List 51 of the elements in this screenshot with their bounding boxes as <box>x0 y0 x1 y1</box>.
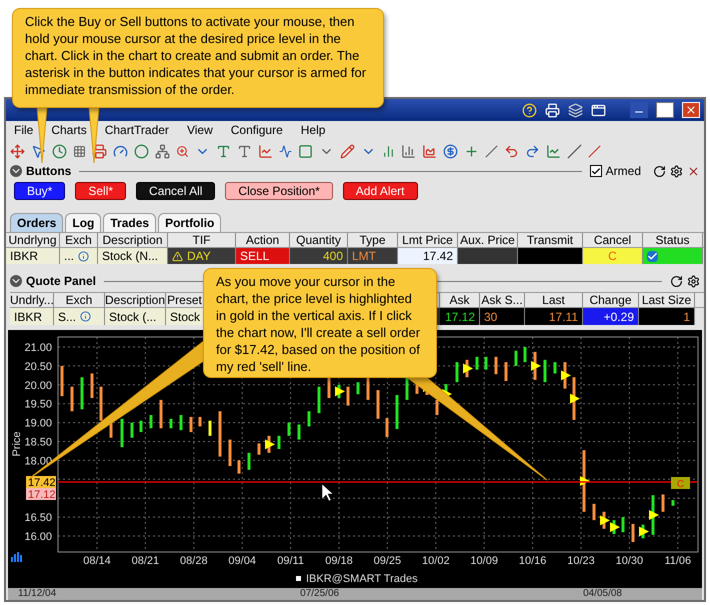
axis-tick-label: 19.00 <box>24 418 52 430</box>
table-cell: LMT <box>348 248 398 264</box>
axis-tick-label: 11/06 <box>664 555 692 567</box>
table-cell: 30 <box>480 308 525 325</box>
chart-legend: IBKR@SMART Trades <box>306 573 418 585</box>
axis-tick-label: 18.50 <box>24 436 52 448</box>
axis-tick-label: 09/25 <box>374 555 402 567</box>
table-cell: 400 <box>290 248 348 264</box>
axis-tick-label: 20.00 <box>24 380 52 392</box>
table-cell: 17.12 <box>440 308 480 325</box>
scrollbar-date: 04/05/08 <box>583 589 622 599</box>
axis-tick-label: 20.50 <box>24 360 52 373</box>
axis-tick-label: 10/30 <box>616 555 644 567</box>
table-cell: SELL <box>236 248 290 264</box>
price-tag: 17.42 <box>26 476 56 489</box>
axis-tick-label: 10/16 <box>518 555 546 567</box>
table-cell: DAY <box>168 248 236 264</box>
axis-title: Price <box>11 431 23 457</box>
callout-box: Click the Buy or Sell buttons to activate your mouse, then hold your mouse cursor at the desired price level in the chart. Click in the chart to create and submit an order. The asterisk in the button indicates that your cursor is armed for immediate transmission of the order. <box>12 8 384 108</box>
axis-tick-label: 09/18 <box>325 555 353 567</box>
axis-tick-label: 10/02 <box>422 555 450 567</box>
panel-title: Quote Panel <box>26 273 96 290</box>
scrollbar-date: 11/12/04 <box>18 589 56 599</box>
table-cell: ... <box>60 248 98 264</box>
table-cell: 1 <box>639 308 695 325</box>
axis-tick-label: 08/28 <box>180 555 208 567</box>
panel-title: Buttons <box>26 163 72 180</box>
axis-tick-label: 16.50 <box>24 512 52 524</box>
table-cell: Stock <box>166 308 204 325</box>
table-cell: Stock (N... <box>98 248 168 264</box>
table-cell: Stock (... <box>105 308 166 325</box>
table-cell: IBKR <box>6 248 60 264</box>
table-cell: C <box>583 248 643 264</box>
table-cell: S... <box>54 308 105 325</box>
axis-tick-label: 10/23 <box>567 555 595 567</box>
axis-tick-label: 09/11 <box>277 555 304 567</box>
axis-tick-label: 08/21 <box>132 555 160 567</box>
callout-box: As you move your cursor in the chart, the price level is highlighted in gold in the vertical axis. If I click the chart now, I'll create a sell order for $17.42, based on the position of my red 'sell' line. <box>203 268 437 378</box>
scrollbar-date: 07/25/06 <box>300 589 340 599</box>
axis-tick-label: 21.00 <box>24 342 52 354</box>
axis-tick-label: 08/14 <box>83 555 111 567</box>
table-cell: +0.29 <box>583 308 639 325</box>
axis-tick-label: 19.50 <box>24 398 52 411</box>
table-cell: 17.11 <box>525 308 583 325</box>
axis-tick-label: 10/09 <box>470 555 498 567</box>
table-cell: 17.42 <box>398 248 458 264</box>
table-cell: IBKR <box>10 308 54 325</box>
price-tag: 17.12 <box>26 488 56 501</box>
axis-tick-label: 09/04 <box>228 555 256 567</box>
checkbox-label: Armed <box>606 163 641 180</box>
axis-tick-label: 16.00 <box>24 531 52 543</box>
